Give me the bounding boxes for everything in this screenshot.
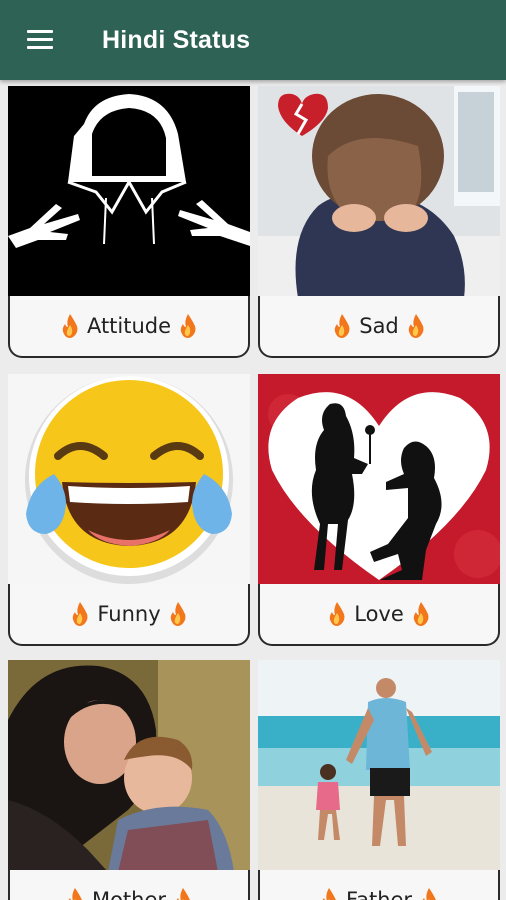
category-label: Attitude [86, 314, 172, 338]
fire-icon [322, 888, 336, 900]
funny-image [8, 374, 250, 586]
fire-icon [413, 602, 429, 626]
category-label: Love [354, 602, 404, 626]
fire-icon [329, 602, 345, 626]
fire-icon [73, 602, 88, 626]
love-label-box: Love [258, 584, 500, 646]
app-title: Hindi Status [102, 25, 251, 54]
category-label: Mother [91, 888, 167, 900]
category-card-attitude[interactable]: Attitude [8, 86, 250, 360]
hamburger-menu-icon [27, 30, 53, 50]
category-card-funny[interactable]: Funny [8, 374, 250, 648]
category-label: Funny [97, 602, 161, 626]
father-image [258, 660, 500, 872]
father-label-box: Father [258, 870, 500, 900]
sad-label-box: Sad [258, 296, 500, 358]
mother-label-box: Mother [8, 870, 250, 900]
category-label: Father [345, 888, 413, 900]
category-label: Sad [359, 314, 399, 338]
fire-icon [408, 314, 424, 338]
category-card-mother[interactable]: Mother [8, 660, 250, 900]
fire-icon [334, 314, 350, 338]
funny-label-box: Funny [8, 584, 250, 646]
fire-icon [422, 888, 436, 900]
fire-icon [180, 314, 196, 338]
mother-image [8, 660, 250, 872]
sad-image [258, 86, 500, 298]
fire-icon [68, 888, 82, 900]
menu-button[interactable] [0, 0, 80, 80]
app-bar: Hindi Status [0, 0, 506, 80]
category-card-love[interactable]: Love [258, 374, 500, 648]
fire-icon [176, 888, 190, 900]
category-card-father[interactable]: Father [258, 660, 500, 900]
attitude-label-box: Attitude [8, 296, 250, 358]
fire-icon [170, 602, 186, 626]
fire-icon [62, 314, 78, 338]
attitude-image [8, 86, 250, 298]
category-card-sad[interactable]: Sad [258, 86, 500, 360]
love-image [258, 374, 500, 586]
